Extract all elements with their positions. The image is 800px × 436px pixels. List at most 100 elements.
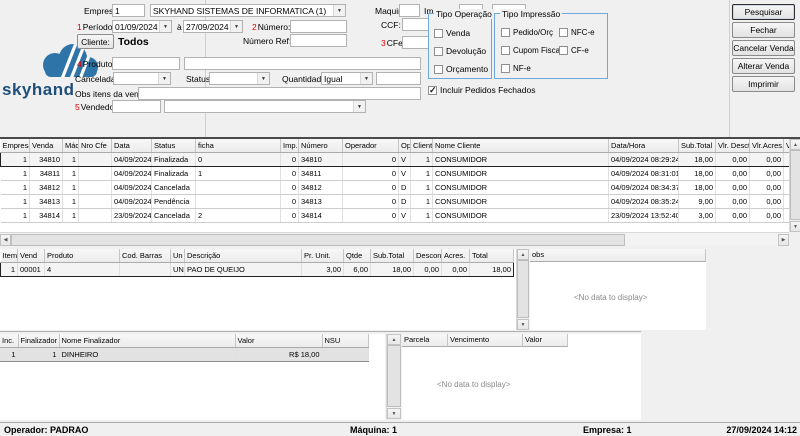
column-header[interactable]: Empresa [1,139,30,153]
scroll-right-icon[interactable]: ▶ [778,234,789,246]
column-header[interactable]: Total [470,249,514,263]
sales-horizontal-scrollbar[interactable]: ◀ ▶ [0,232,789,245]
scrollbar-thumb[interactable] [517,260,529,318]
column-header[interactable]: ficha [196,139,281,153]
scroll-up-icon[interactable]: ▲ [517,249,529,260]
table-row[interactable]: 134810104/09/2024Finalizada00348100V1CON… [1,153,790,167]
column-header[interactable]: Vlr.Acres. [750,139,784,153]
column-header[interactable]: NSU [322,334,368,348]
table-row[interactable]: 134811104/09/2024Finalizada10348110V1CON… [1,167,790,181]
column-header[interactable]: Qtde [344,249,371,263]
checkbox-nfe[interactable]: NF-e [501,64,531,73]
imprimir-button[interactable]: Imprimir [732,76,795,92]
column-header[interactable]: Valor [235,334,322,348]
scrollbar-thumb[interactable] [387,345,401,407]
cliente-button[interactable]: Cliente: [77,34,114,49]
quantidade-input[interactable] [376,72,421,85]
pesquisar-button[interactable]: Pesquisar [732,4,795,20]
column-header[interactable]: Sub.Total [371,249,414,263]
scroll-down-icon[interactable]: ▼ [387,408,401,419]
column-header[interactable]: Data/Hora [609,139,679,153]
scroll-down-icon[interactable]: ▼ [790,221,800,232]
column-header[interactable]: Máq. [63,139,79,153]
column-header[interactable]: Sub.Total [679,139,716,153]
scrollbar-thumb[interactable] [790,150,800,220]
column-header[interactable]: Vlr. Descto [716,139,750,153]
scrollbar-thumb[interactable] [11,234,625,246]
column-header[interactable]: Nro Cfe [79,139,112,153]
cancelar-venda-button[interactable]: Cancelar Venda [732,40,795,56]
vendedor-code-input[interactable] [112,100,161,113]
table-row[interactable]: 11DINHEIROR$ 18,00 [0,348,368,362]
column-header[interactable]: Imp. [281,139,299,153]
items-vertical-scrollbar[interactable]: ▲ ▼ [516,249,528,330]
produto-desc-input[interactable] [184,57,421,70]
column-header[interactable]: Item [1,249,18,263]
obs-column-header[interactable]: obs [530,249,706,262]
checkbox-incluir-pedidos-fechados[interactable]: Incluir Pedidos Fechados [428,85,535,95]
table-row[interactable]: 134813104/09/2024Pendência0348130D1CONSU… [1,195,790,209]
parcela-column-header[interactable]: Parcela [402,334,448,347]
maquina-input[interactable] [399,4,420,17]
produto-label: 4Produto: [77,59,115,69]
cell [79,167,112,181]
column-header[interactable]: Inc. [0,334,18,348]
checkbox-nfce[interactable]: NFC-e [559,28,595,37]
checkbox-cfe[interactable]: CF-e [559,46,589,55]
vendedor-select[interactable]: ▼ [164,100,366,113]
column-header[interactable]: Nome Cliente [433,139,609,153]
date-to-select[interactable]: 27/09/2024 ▼ [183,20,243,33]
column-header[interactable]: Un [171,249,185,263]
cell: 1 [63,153,79,167]
status-maquina: Máquina: 1 [350,425,397,435]
scroll-up-icon[interactable]: ▲ [387,334,401,345]
column-header[interactable]: Cod. Barras [120,249,171,263]
column-header[interactable]: Nome Finalizador [59,334,235,348]
cfe-input[interactable] [402,36,431,49]
vencimento-column-header[interactable]: Vencimento [448,334,523,347]
numero-ref-input[interactable] [290,34,347,47]
scroll-up-icon[interactable]: ▲ [790,139,800,150]
column-header[interactable]: Cliente [411,139,433,153]
column-header[interactable]: Vend [18,249,45,263]
quantidade-select[interactable]: Igual ▼ [321,72,373,85]
empresa-select[interactable]: SKYHAND SISTEMAS DE INFORMATICA (1) ▼ [150,4,346,17]
column-header[interactable]: Descont [414,249,442,263]
checkbox-venda[interactable]: Venda [434,28,470,38]
canceladas-select[interactable]: ▼ [113,72,171,85]
checkbox-devolucao[interactable]: Devolução [434,46,486,56]
table-row[interactable]: 134814123/09/2024Cancelada20348140V1CONS… [1,209,790,223]
obs-itens-input[interactable] [138,87,421,100]
sales-grid: EmpresaVendaMáq.Nro CfeDataStatusfichaIm… [0,139,789,232]
column-header[interactable]: Produto [45,249,120,263]
checkbox-cupom-fiscal[interactable]: Cupom Fiscal [501,46,562,55]
status-select[interactable]: ▼ [209,72,270,85]
column-header[interactable]: Pr. Unit. [302,249,344,263]
alterar-venda-button[interactable]: Alterar Venda [732,58,795,74]
payments-vertical-scrollbar[interactable]: ▲ ▼ [386,334,400,419]
checkbox-orcamento[interactable]: Orçamento [434,64,488,74]
sales-vertical-scrollbar[interactable]: ▲ ▼ [789,139,800,232]
valor-column-header[interactable]: Valor [523,334,568,347]
column-header[interactable]: Op [399,139,411,153]
fechar-button[interactable]: Fechar [732,22,795,38]
column-header[interactable]: Data [112,139,152,153]
column-header[interactable]: Finalizador [18,334,59,348]
produto-code-input[interactable] [112,57,180,70]
column-header[interactable]: Operador [343,139,399,153]
column-header[interactable]: Número [299,139,343,153]
empresa-code-input[interactable] [112,4,145,17]
scroll-down-icon[interactable]: ▼ [517,319,529,330]
table-row[interactable]: 1000014UNPAO DE QUEIJO3,006,0018,000,000… [1,263,514,277]
table-row[interactable]: 134812104/09/2024Cancelada0348120D1CONSU… [1,181,790,195]
column-header[interactable]: Acres. [442,249,470,263]
date-from-select[interactable]: 01/09/2024 ▼ [112,20,172,33]
column-header[interactable]: Status [152,139,196,153]
numero-input[interactable] [290,20,347,33]
cell: 04/09/2024 08:29:24 [609,153,679,167]
column-header[interactable]: Venda [30,139,63,153]
ccf-input[interactable] [402,18,431,31]
column-header[interactable]: Descrição [185,249,302,263]
scroll-left-icon[interactable]: ◀ [0,234,11,246]
checkbox-pedido-orc[interactable]: Pedido/Orç [501,28,553,37]
